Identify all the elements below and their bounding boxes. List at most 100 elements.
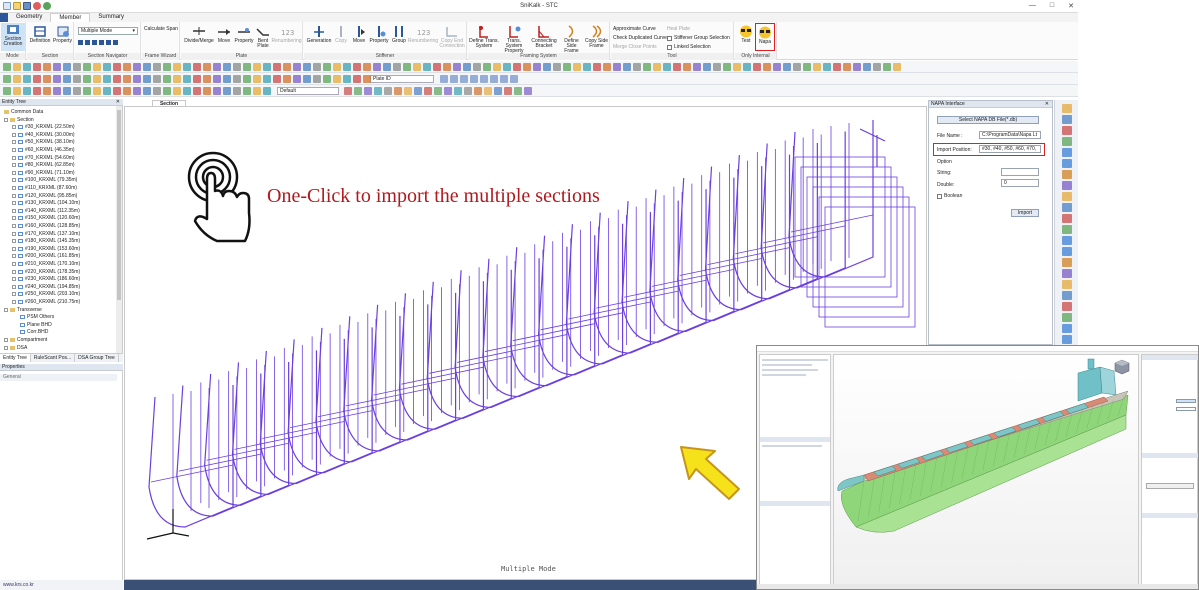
- toolbar-tool-icon[interactable]: [153, 75, 161, 83]
- tree-item-section-entry[interactable]: #40_KRXML (30.00m): [12, 132, 75, 138]
- minimize-icon[interactable]: —: [1029, 2, 1036, 10]
- toolbar-tool-icon[interactable]: [293, 75, 301, 83]
- toolbar-tool-icon[interactable]: [143, 63, 151, 71]
- toolbar-tool-icon[interactable]: [543, 63, 551, 71]
- side-tool-icon[interactable]: [1062, 225, 1072, 234]
- toolbar-tool-icon[interactable]: [253, 75, 261, 83]
- toolbar-tool-icon[interactable]: [263, 63, 271, 71]
- toolbar-tool-icon[interactable]: [133, 87, 141, 95]
- toolbar-tool-icon[interactable]: [63, 63, 71, 71]
- side-tool-icon[interactable]: [1062, 137, 1072, 146]
- toolbar-tool-icon[interactable]: [384, 87, 392, 95]
- toolbar-tool-icon[interactable]: [443, 63, 451, 71]
- string-field[interactable]: [1001, 168, 1039, 176]
- connecting-bracket-button[interactable]: Connecting Bracket: [529, 25, 559, 49]
- toolbar-tool-icon[interactable]: [43, 87, 51, 95]
- tree-item-section-entry[interactable]: #60_KRXML (46.35m): [12, 147, 75, 153]
- toolbar-tool-icon[interactable]: [33, 63, 41, 71]
- toolbar-tool-icon[interactable]: [464, 87, 472, 95]
- toolbar-tool-icon[interactable]: [43, 63, 51, 71]
- tree-item-section-entry[interactable]: #230_KRXML (186.60m): [12, 276, 80, 282]
- toolbar-tool-icon[interactable]: [393, 63, 401, 71]
- toolbar-tool-icon[interactable]: [693, 63, 701, 71]
- properties-general-section[interactable]: General: [0, 374, 117, 381]
- toolbar-tool-icon[interactable]: [233, 87, 241, 95]
- toolbar-tool-icon[interactable]: [463, 63, 471, 71]
- toolbar-tool-icon[interactable]: [403, 63, 411, 71]
- toolbar-tool-icon[interactable]: [193, 63, 201, 71]
- tree-item-section-entry[interactable]: #190_KRXML (153.60m): [12, 246, 80, 252]
- toolbar-tool-icon[interactable]: [3, 87, 11, 95]
- toolbar-tool-icon[interactable]: [493, 63, 501, 71]
- last-section-icon[interactable]: [106, 40, 111, 45]
- next-section-icon[interactable]: [99, 40, 104, 45]
- toolbar-tool-icon[interactable]: [33, 75, 41, 83]
- maximize-icon[interactable]: □: [1050, 2, 1054, 10]
- stiffener-property-button[interactable]: Property: [368, 25, 390, 44]
- toolbar-tool-icon[interactable]: [93, 75, 101, 83]
- toolbar-tool-icon[interactable]: [333, 75, 341, 83]
- toolbar-tool-icon[interactable]: [763, 63, 771, 71]
- tree-item-transverse-entry[interactable]: Corr.BHD: [20, 329, 48, 335]
- tree-item-section-entry[interactable]: #30_KRXML (22.50m): [12, 124, 75, 130]
- tab-member[interactable]: Member: [50, 13, 91, 22]
- toolbar-tool-icon[interactable]: [813, 63, 821, 71]
- expand-toggle-icon[interactable]: [12, 277, 16, 282]
- toolbar-tool-icon[interactable]: [13, 63, 21, 71]
- merge-close-points-button[interactable]: Merge Close Points: [613, 44, 657, 50]
- toolbar-tool-icon[interactable]: [183, 63, 191, 71]
- side-tool-icon[interactable]: [1062, 335, 1072, 344]
- tree-item-section-entry[interactable]: #220_KRXML (178.35m): [12, 269, 80, 275]
- tree-item-section-entry[interactable]: #210_KRXML (170.10m): [12, 261, 80, 267]
- toolbar-tool-icon[interactable]: [703, 63, 711, 71]
- toolbar-tool-icon[interactable]: [514, 87, 522, 95]
- side-tool-icon[interactable]: [1062, 313, 1072, 322]
- check-duplicated-curve-button[interactable]: Check Duplicated Curve: [613, 35, 667, 41]
- toolbar-tool-icon[interactable]: [473, 63, 481, 71]
- toolbar-tool-icon[interactable]: [603, 63, 611, 71]
- toolbar-tool-icon[interactable]: [233, 75, 241, 83]
- toolbar-tool-icon[interactable]: [203, 63, 211, 71]
- toolbar-tool-icon[interactable]: [524, 87, 532, 95]
- toolbar-tool-icon[interactable]: [653, 63, 661, 71]
- toolbar-tool-icon[interactable]: [123, 87, 131, 95]
- side-tool-icon[interactable]: [1062, 115, 1072, 124]
- toolbar-tool-icon[interactable]: [413, 63, 421, 71]
- toolbar-tool-icon[interactable]: [133, 63, 141, 71]
- toolbar-tool-icon[interactable]: [173, 63, 181, 71]
- toolbar-tool-icon[interactable]: [113, 75, 121, 83]
- toolbar-tool-icon[interactable]: [373, 63, 381, 71]
- stiffener-copy-button[interactable]: Copy: [332, 25, 350, 44]
- expand-toggle-icon[interactable]: [12, 132, 16, 137]
- toolbar-tool-icon[interactable]: [490, 75, 498, 83]
- toolbar-tool-icon[interactable]: [453, 63, 461, 71]
- import-position-field[interactable]: #30, #40, #50, #60, #70,: [979, 145, 1041, 153]
- expand-toggle-icon[interactable]: [12, 163, 16, 168]
- stiffener-renumbering-button[interactable]: 123 Renumbering: [408, 25, 438, 44]
- tree-item-transverse-entry[interactable]: Plane BHD: [20, 322, 52, 328]
- expand-toggle-icon[interactable]: [12, 216, 16, 221]
- tree-item-section-entry[interactable]: #150_KRXML (120.60m): [12, 215, 80, 221]
- toolbar-tool-icon[interactable]: [243, 87, 251, 95]
- toolbar-tool-icon[interactable]: [414, 87, 422, 95]
- toolbar-tool-icon[interactable]: [153, 63, 161, 71]
- toolbar-tool-icon[interactable]: [363, 75, 371, 83]
- stiffener-move-button[interactable]: Move: [350, 25, 368, 44]
- close-icon[interactable]: ✕: [1068, 2, 1074, 10]
- toolbar-tool-icon[interactable]: [63, 75, 71, 83]
- expand-toggle-icon[interactable]: [12, 224, 16, 228]
- expand-toggle-icon[interactable]: [12, 140, 16, 145]
- tab-rulescant-position[interactable]: RuleScant Pos...: [31, 354, 76, 362]
- toolbar-tool-icon[interactable]: [533, 63, 541, 71]
- toolbar-tool-icon[interactable]: [424, 87, 432, 95]
- section-property-button[interactable]: Property: [52, 25, 73, 44]
- expand-toggle-icon[interactable]: [12, 262, 16, 266]
- panel-close-icon[interactable]: ✕: [1045, 101, 1049, 108]
- tree-item-section-entry[interactable]: #120_KRXML (95.85m): [12, 193, 77, 199]
- tree-item-section[interactable]: Section: [4, 117, 34, 123]
- first-section-icon[interactable]: [78, 40, 83, 45]
- toolbar-tool-icon[interactable]: [753, 63, 761, 71]
- tab-summary[interactable]: Summary: [90, 13, 132, 22]
- side-tool-icon[interactable]: [1062, 269, 1072, 278]
- tab-entity-tree[interactable]: Entity Tree: [0, 354, 31, 362]
